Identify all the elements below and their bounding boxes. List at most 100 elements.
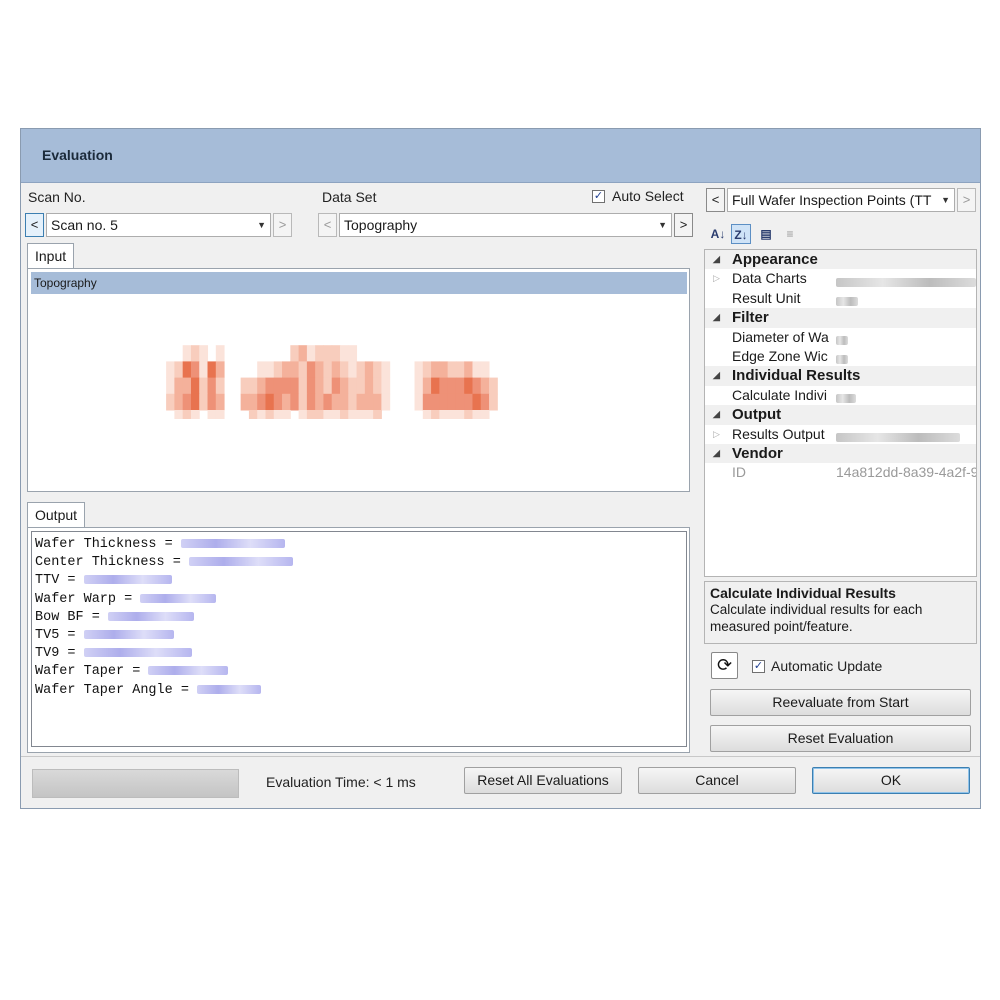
preview-pixel	[199, 361, 209, 379]
category-output[interactable]: ◢ Output	[705, 405, 976, 425]
dataset-select[interactable]: Topography ▼	[339, 213, 672, 237]
preview-pixel	[290, 393, 300, 411]
preview-pixel	[315, 410, 324, 419]
ok-button[interactable]: OK	[812, 767, 970, 794]
list-view-icon[interactable]: ≡	[780, 224, 800, 244]
scan-prev-button[interactable]: <	[25, 213, 44, 237]
auto-select-label: Auto Select	[612, 188, 684, 204]
property-row[interactable]: Calculate Indivi	[705, 386, 976, 405]
reset-all-evaluations-button[interactable]: Reset All Evaluations	[464, 767, 622, 794]
description-title: Calculate Individual Results	[710, 585, 896, 601]
property-row[interactable]: Edge Zone Wic	[705, 347, 976, 366]
preview-pixel	[273, 377, 283, 395]
dialog-title: Evaluation	[42, 147, 113, 163]
list-item[interactable]: Topography	[31, 272, 687, 294]
auto-select-checkbox[interactable]: ✓	[592, 190, 605, 203]
automatic-update-checkbox[interactable]: ✓	[752, 660, 765, 673]
preview-pixel	[364, 393, 374, 411]
collapse-icon[interactable]: ◢	[713, 366, 720, 385]
preview-pixel	[240, 377, 250, 395]
preview-pixel	[348, 361, 358, 379]
preview-pixel	[257, 393, 266, 411]
reevaluate-button[interactable]: Reevaluate from Start	[710, 689, 971, 716]
category-filter[interactable]: ◢ Filter	[705, 308, 976, 328]
reset-evaluation-button[interactable]: Reset Evaluation	[710, 725, 971, 752]
preview-pixel	[472, 393, 482, 411]
preview-pixel	[431, 393, 440, 411]
preview-pixel	[331, 410, 341, 419]
category-individual-results[interactable]: ◢ Individual Results	[705, 366, 976, 386]
preview-pixel	[315, 345, 324, 362]
preview-pixel	[439, 361, 449, 379]
category-vendor[interactable]: ◢ Vendor	[705, 444, 976, 464]
preview-pixel	[257, 361, 266, 379]
preview-pixel	[298, 393, 308, 411]
scan-next-button[interactable]: >	[273, 213, 292, 237]
output-line: Bow BF =	[35, 609, 683, 627]
property-row[interactable]: ID 14a812dd-8a39-4a2f-9	[705, 463, 976, 482]
preview-pixel	[472, 377, 482, 395]
property-row[interactable]: ▷ Results Output	[705, 425, 976, 444]
cancel-button[interactable]: Cancel	[638, 767, 796, 794]
property-object-select[interactable]: Full Wafer Inspection Points (TT ▼	[727, 188, 955, 212]
preview-pixel	[348, 345, 358, 362]
refresh-icon[interactable]: ⟳	[711, 652, 738, 679]
tab-input[interactable]: Input	[27, 243, 75, 269]
preview-pixel	[480, 393, 490, 411]
preview-pixel	[414, 377, 424, 395]
sort-categorized-icon[interactable]: Z↓	[731, 224, 751, 244]
output-line: Wafer Taper Angle =	[35, 682, 683, 700]
preview-pixel	[166, 393, 175, 411]
preview-pixel	[265, 377, 275, 395]
preview-pixel	[182, 393, 192, 411]
preview-pixel	[431, 377, 440, 395]
property-row[interactable]: Diameter of Wa	[705, 328, 976, 347]
preview-pixel	[472, 410, 482, 419]
preview-pixel	[199, 345, 209, 362]
preview-pixel	[356, 361, 366, 379]
output-line: TTV =	[35, 572, 683, 590]
preview-pixel	[340, 361, 349, 379]
preview-pixel	[323, 377, 333, 395]
preview-pixel	[257, 377, 266, 395]
collapse-icon[interactable]: ◢	[713, 444, 720, 463]
preview-pixel	[215, 361, 225, 379]
preview-pixel	[190, 377, 200, 395]
preview-pixel	[174, 393, 184, 411]
preview-pixel	[364, 410, 374, 419]
collapse-icon[interactable]: ◢	[713, 308, 720, 327]
preview-pixel	[340, 393, 349, 411]
collapse-icon[interactable]: ◢	[713, 405, 720, 424]
dataset-next-button[interactable]: >	[674, 213, 693, 237]
preview-pixel	[381, 377, 391, 395]
preview-pixel	[331, 361, 341, 379]
output-line: Wafer Warp =	[35, 591, 683, 609]
property-pages-icon[interactable]: ▤	[756, 224, 776, 244]
property-next-button[interactable]: >	[957, 188, 976, 212]
preview-pixel	[422, 393, 432, 411]
preview-pixel	[472, 361, 482, 379]
automatic-update-label: Automatic Update	[771, 658, 883, 674]
property-row[interactable]: ▷ Data Charts	[705, 269, 976, 288]
preview-pixel	[182, 410, 192, 419]
preview-pixel	[207, 410, 217, 419]
property-row[interactable]: Result Unit	[705, 289, 976, 308]
tab-output[interactable]: Output	[27, 502, 86, 528]
dataset-prev-button[interactable]: <	[318, 213, 337, 237]
expand-icon[interactable]: ▷	[713, 269, 720, 288]
preview-pixel	[306, 377, 316, 395]
output-text-area[interactable]: Wafer Thickness = Center Thickness = TTV…	[31, 531, 687, 747]
footer-bar: Evaluation Time: < 1 ms Reset All Evalua…	[21, 756, 980, 808]
property-description: Calculate Individual Results Calculate i…	[704, 581, 977, 644]
scan-select[interactable]: Scan no. 5 ▼	[46, 213, 271, 237]
category-appearance[interactable]: ◢ Appearance	[705, 250, 976, 270]
collapse-icon[interactable]: ◢	[713, 250, 720, 269]
property-prev-button[interactable]: <	[706, 188, 725, 212]
property-grid: ◢ Appearance ▷ Data Charts Result Unit ◢…	[704, 249, 977, 577]
preview-pixel	[199, 393, 209, 411]
expand-icon[interactable]: ▷	[713, 425, 720, 444]
preview-pixel	[199, 377, 209, 395]
preview-pixel	[464, 361, 473, 379]
preview-pixel	[464, 377, 473, 395]
sort-alphabetical-icon[interactable]: A↓	[708, 224, 728, 244]
